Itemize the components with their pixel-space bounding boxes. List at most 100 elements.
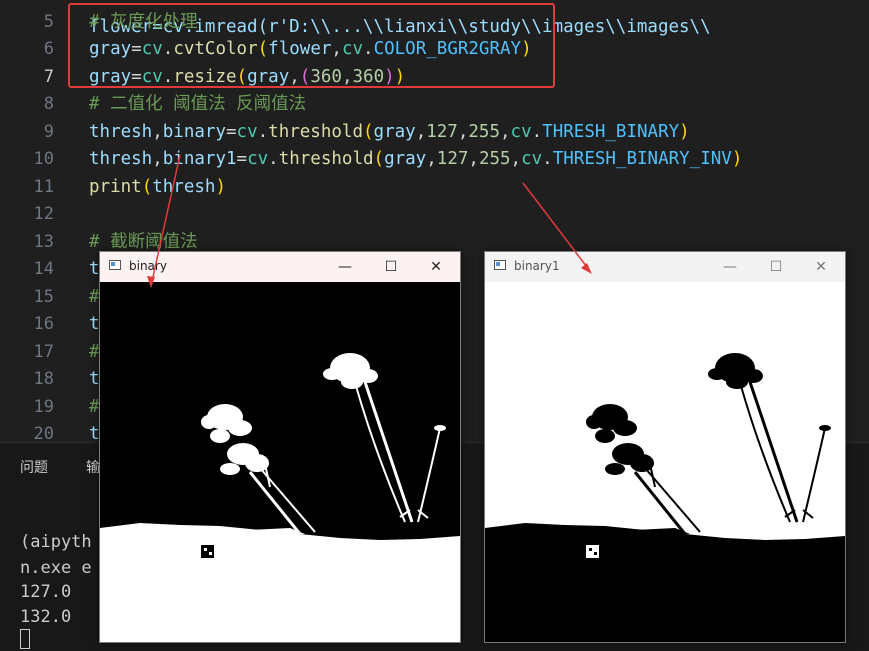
code-token: .: [542, 149, 553, 169]
code-text: # 二值化 阈值法 反阈值法: [89, 91, 306, 119]
code-token: cv: [510, 121, 532, 142]
line-number: 15: [33, 286, 54, 307]
code-token: ,: [426, 149, 437, 169]
title-bar[interactable]: binary — ☐ ✕: [100, 252, 460, 282]
close-icon[interactable]: ✕: [425, 256, 447, 278]
code-token: cv: [521, 149, 543, 169]
code-token: thresh: [152, 176, 216, 197]
code-token: THRESH_BINARY_INV: [552, 149, 732, 169]
code-token: #: [89, 341, 100, 362]
code-token: ): [679, 121, 690, 142]
line-number: 7: [43, 66, 54, 87]
app-window-icon: [109, 260, 121, 270]
code-token: ,: [152, 149, 163, 169]
code-token: 127: [426, 121, 458, 142]
code-token: ,: [468, 149, 479, 169]
code-token: 127: [436, 149, 469, 169]
window-binary[interactable]: binary — ☐ ✕: [99, 251, 461, 643]
close-icon[interactable]: ✕: [810, 256, 832, 278]
code-token: cv: [247, 149, 269, 169]
code-token: # 二值化 阈值法 反阈值法: [89, 94, 307, 114]
code-token: gray: [373, 121, 416, 142]
code-token: =: [236, 149, 248, 169]
terminal-line: (aipyth: [20, 532, 92, 552]
window-binary1[interactable]: binary1 — ☐ ✕: [484, 251, 846, 643]
code-token: ,: [500, 121, 511, 142]
image-binary1: [485, 282, 845, 642]
code-token: #: [89, 396, 100, 417]
code-token: binary1: [162, 149, 237, 169]
code-text: t: [89, 366, 100, 394]
line-number: 18: [33, 369, 54, 389]
code-token: thresh: [89, 149, 153, 169]
terminal-line: 132.0: [20, 607, 72, 627]
maximize-icon[interactable]: ☐: [765, 256, 787, 278]
line-number: 10: [33, 149, 54, 169]
line-number: 6: [43, 39, 54, 59]
line-number: 8: [43, 94, 54, 114]
code-token: .: [257, 121, 269, 142]
tab-problems[interactable]: 问题: [20, 457, 48, 477]
maximize-icon[interactable]: ☐: [380, 256, 402, 278]
minimize-icon[interactable]: —: [719, 256, 741, 278]
code-token: 255: [468, 121, 500, 142]
code-token: t: [89, 314, 100, 334]
code-text: #: [89, 284, 100, 312]
code-token: ,: [510, 149, 522, 169]
window-title: binary: [129, 259, 167, 273]
code-token: .: [531, 121, 543, 142]
code-token: =: [225, 121, 237, 142]
code-text: thresh,binary1=cv.threshold(gray,127,255…: [89, 146, 742, 174]
code-text: t: [89, 421, 100, 442]
code-token: (: [141, 176, 153, 197]
code-token: t: [89, 259, 100, 279]
line-number: 5: [43, 11, 54, 32]
code-text: #: [89, 394, 100, 422]
code-token: 255: [478, 149, 511, 169]
code-token: threshold: [278, 149, 374, 169]
line-number: 19: [33, 396, 54, 417]
code-token: (: [373, 149, 385, 169]
terminal-line: n.exe e: [20, 558, 92, 578]
app-window-icon: [494, 260, 506, 270]
code-token: #: [89, 286, 100, 307]
code-token: gray: [384, 149, 427, 169]
code-token: .: [268, 149, 279, 169]
line-number: 13: [33, 231, 54, 252]
tab-output[interactable]: 输: [86, 457, 100, 477]
line-number: 12: [33, 204, 54, 224]
minimize-icon[interactable]: —: [334, 256, 356, 278]
code-token: THRESH_BINARY: [542, 121, 680, 142]
binary-image-render: [100, 282, 460, 642]
line-number: 11: [33, 176, 54, 197]
code-token: (: [362, 121, 374, 142]
line-number: 17: [33, 341, 54, 362]
code-token: print: [89, 176, 142, 197]
code-token: ): [731, 149, 743, 169]
image-binary: [100, 282, 460, 642]
code-text: #: [89, 339, 100, 367]
code-token: t: [89, 369, 100, 389]
highlight-box: [68, 3, 555, 88]
code-text: t: [89, 256, 100, 284]
code-token: ,: [457, 121, 469, 142]
code-text: print(thresh): [89, 174, 226, 202]
window-title: binary1: [514, 259, 560, 273]
terminal-line: 127.0: [20, 582, 72, 602]
line-number: 20: [33, 424, 54, 442]
code-token: cv: [236, 121, 258, 142]
code-token: ): [215, 176, 226, 197]
line-number: 9: [43, 121, 54, 142]
code-token: # 截断阈值法: [89, 231, 198, 252]
binary1-image-render: [485, 282, 845, 642]
title-bar[interactable]: binary1 — ☐ ✕: [485, 252, 845, 282]
code-token: threshold: [268, 121, 363, 142]
code-token: thresh: [89, 121, 153, 142]
line-number: 14: [33, 259, 54, 279]
code-token: t: [89, 424, 100, 442]
code-token: binary: [162, 121, 226, 142]
code-token: ,: [415, 121, 427, 142]
line-number: 16: [33, 314, 54, 334]
code-token: ,: [152, 121, 163, 142]
terminal-cursor: [20, 629, 30, 649]
